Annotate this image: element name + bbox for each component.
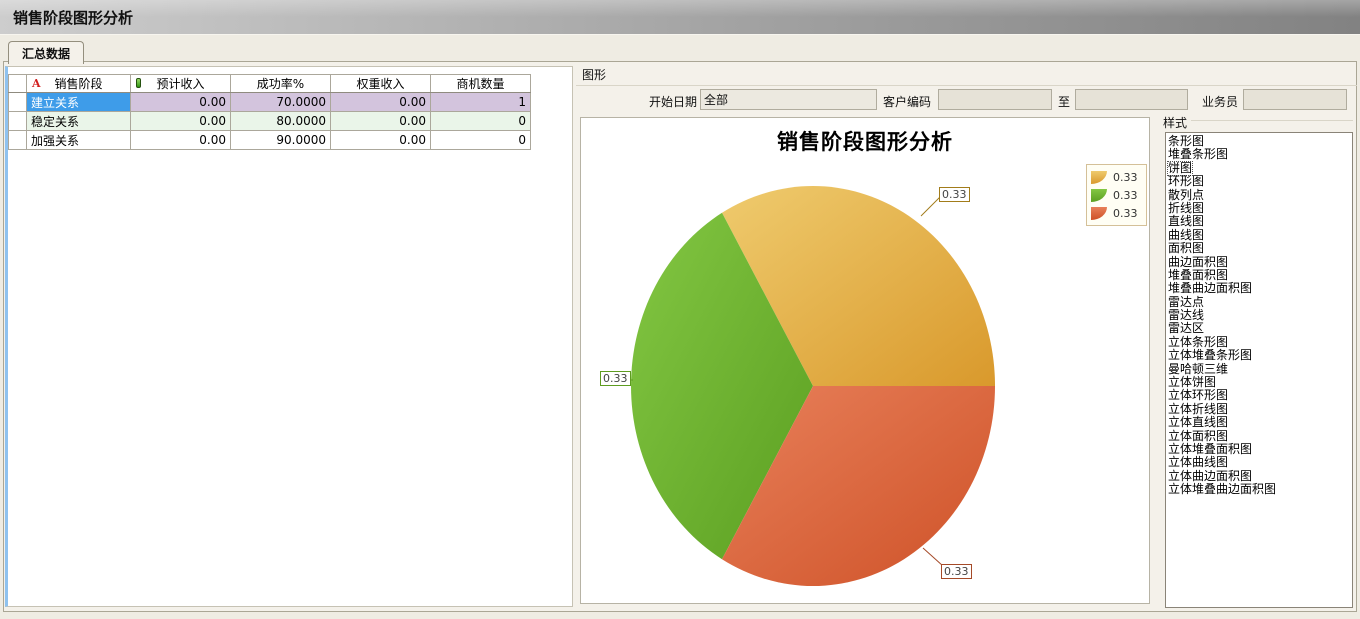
- start-date-label: 开始日期: [640, 93, 697, 110]
- style-list-item[interactable]: 散列点: [1168, 189, 1352, 202]
- legend-row: 0.33: [1091, 186, 1142, 204]
- style-list-item[interactable]: 堆叠条形图: [1168, 148, 1352, 161]
- style-list-item[interactable]: 堆叠曲边面积图: [1168, 282, 1352, 295]
- title-bar: 销售阶段图形分析: [0, 0, 1360, 35]
- legend-label: 0.33: [1113, 171, 1138, 184]
- style-panel-title: 样式: [1163, 114, 1187, 131]
- legend-row: 0.33: [1091, 204, 1142, 222]
- style-list-item[interactable]: 立体堆叠条形图: [1168, 349, 1352, 362]
- chart-area: 销售阶段图形分析 0.33 0.33 0.33 0.33 0.33 0.33: [580, 117, 1150, 604]
- column-header-weighted[interactable]: 权重收入: [331, 75, 431, 93]
- success-rate-cell[interactable]: 80.0000: [231, 112, 331, 131]
- column-header-success[interactable]: 成功率%: [231, 75, 331, 93]
- style-list-item[interactable]: 雷达区: [1168, 322, 1352, 335]
- weighted-income-cell[interactable]: 0.00: [331, 131, 431, 150]
- style-list-item[interactable]: 直线图: [1168, 215, 1352, 228]
- customer-code-input[interactable]: [938, 89, 1052, 110]
- table-header-row: A 销售阶段 预计收入 成功率% 权重收入 商机数量: [9, 75, 531, 93]
- style-list[interactable]: 条形图堆叠条形图饼图环形图散列点折线图直线图曲线图面积图曲边面积图堆叠面积图堆叠…: [1165, 132, 1353, 608]
- tab-label: 汇总数据: [22, 45, 70, 62]
- style-list-item[interactable]: 堆叠面积图: [1168, 269, 1352, 282]
- style-list-item[interactable]: 立体直线图: [1168, 416, 1352, 429]
- style-list-item[interactable]: 饼图: [1168, 162, 1352, 175]
- style-list-item[interactable]: 曲边面积图: [1168, 256, 1352, 269]
- row-indicator-header: [9, 75, 27, 93]
- column-header-expected[interactable]: 预计收入: [131, 75, 231, 93]
- stage-table: A 销售阶段 预计收入 成功率% 权重收入 商机数量 建立关系0.0070.00…: [8, 74, 531, 150]
- pie-label-callout: 0.33: [941, 564, 972, 579]
- weighted-income-cell[interactable]: 0.00: [331, 112, 431, 131]
- pie-slices: [631, 186, 995, 586]
- customer-code-label: 客户编码: [879, 93, 931, 110]
- salesperson-input[interactable]: [1243, 89, 1347, 110]
- stage-table-panel: A 销售阶段 预计收入 成功率% 权重收入 商机数量 建立关系0.0070.00…: [5, 66, 573, 607]
- column-header-stage[interactable]: A 销售阶段: [27, 75, 131, 93]
- tab-summary-data[interactable]: 汇总数据: [8, 41, 84, 64]
- callout-line: [921, 197, 940, 216]
- graph-panel-title: 图形: [582, 66, 606, 83]
- expected-income-cell[interactable]: 0.00: [131, 93, 231, 112]
- style-list-item[interactable]: 曲线图: [1168, 229, 1352, 242]
- content-panel: A 销售阶段 预计收入 成功率% 权重收入 商机数量 建立关系0.0070.00…: [3, 61, 1357, 612]
- table-row: 建立关系0.0070.00000.001: [9, 93, 531, 112]
- to-label: 至: [1054, 93, 1070, 110]
- style-list-item[interactable]: 环形图: [1168, 175, 1352, 188]
- weighted-income-cell[interactable]: 0.00: [331, 93, 431, 112]
- divider: [1191, 120, 1353, 121]
- green-indicator-icon: [136, 78, 141, 88]
- style-list-item[interactable]: 雷达点: [1168, 296, 1352, 309]
- legend: 0.33 0.33 0.33: [1086, 164, 1147, 226]
- style-list-item[interactable]: 立体环形图: [1168, 389, 1352, 402]
- table-row: 稳定关系0.0080.00000.000: [9, 112, 531, 131]
- stage-table-body: 建立关系0.0070.00000.001稳定关系0.0080.00000.000…: [9, 93, 531, 150]
- sort-a-icon: A: [32, 77, 41, 90]
- stage-cell[interactable]: 加强关系: [27, 131, 131, 150]
- row-indicator-cell: [9, 131, 27, 150]
- page-title: 销售阶段图形分析: [13, 7, 133, 28]
- callout-line: [923, 548, 943, 566]
- row-indicator-cell: [9, 112, 27, 131]
- legend-swatch-icon: [1091, 171, 1107, 184]
- legend-row: 0.33: [1091, 168, 1142, 186]
- tab-strip: 汇总数据: [0, 36, 1360, 61]
- chart-title: 销售阶段图形分析: [581, 126, 1149, 156]
- opportunity-count-cell[interactable]: 0: [431, 112, 531, 131]
- column-header-count[interactable]: 商机数量: [431, 75, 531, 93]
- legend-swatch-icon: [1091, 189, 1107, 202]
- graph-panel: 图形 开始日期 全部 客户编码 至 业务员 销售阶段图形分析 0.33: [576, 62, 1357, 611]
- expected-income-cell[interactable]: 0.00: [131, 131, 231, 150]
- stage-cell[interactable]: 建立关系: [27, 93, 131, 112]
- start-date-input[interactable]: 全部: [700, 89, 877, 110]
- style-list-item[interactable]: 条形图: [1168, 135, 1352, 148]
- success-rate-cell[interactable]: 90.0000: [231, 131, 331, 150]
- table-row: 加强关系0.0090.00000.000: [9, 131, 531, 150]
- stage-cell[interactable]: 稳定关系: [27, 112, 131, 131]
- style-list-item[interactable]: 立体曲线图: [1168, 456, 1352, 469]
- opportunity-count-cell[interactable]: 0: [431, 131, 531, 150]
- style-list-item[interactable]: 立体堆叠曲边面积图: [1168, 483, 1352, 496]
- pie-chart: [581, 118, 1151, 605]
- legend-label: 0.33: [1113, 189, 1138, 202]
- opportunity-count-cell[interactable]: 1: [431, 93, 531, 112]
- to-input[interactable]: [1075, 89, 1188, 110]
- pie-label-callout: 0.33: [600, 371, 631, 386]
- pie-label-callout: 0.33: [939, 187, 970, 202]
- divider: [576, 85, 1357, 86]
- legend-label: 0.33: [1113, 207, 1138, 220]
- salesperson-label: 业务员: [1198, 93, 1238, 110]
- style-list-item[interactable]: 折线图: [1168, 202, 1352, 215]
- row-indicator-cell: [9, 93, 27, 112]
- legend-swatch-icon: [1091, 207, 1107, 220]
- style-list-item[interactable]: 面积图: [1168, 242, 1352, 255]
- style-list-item[interactable]: 雷达线: [1168, 309, 1352, 322]
- success-rate-cell[interactable]: 70.0000: [231, 93, 331, 112]
- expected-income-cell[interactable]: 0.00: [131, 112, 231, 131]
- style-list-item[interactable]: 立体面积图: [1168, 430, 1352, 443]
